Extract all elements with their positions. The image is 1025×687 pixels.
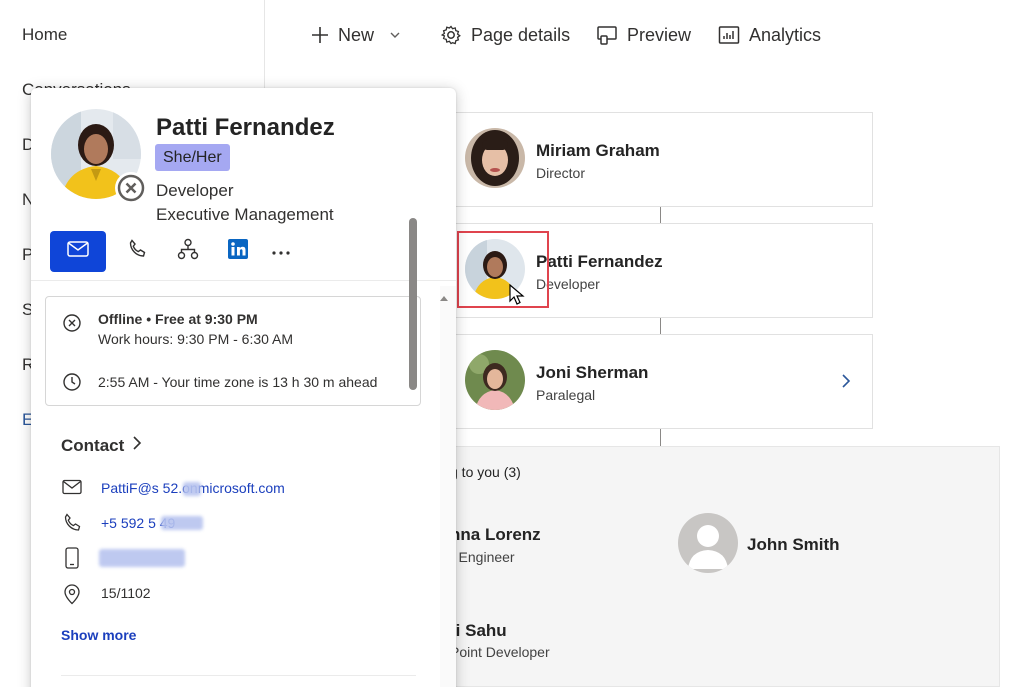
report-name[interactable]: nna Lorenz — [450, 525, 541, 545]
gear-icon — [440, 24, 462, 46]
scrollbar-thumb[interactable] — [409, 218, 417, 390]
report-name[interactable]: John Smith — [747, 535, 840, 555]
reports-header: g to you (3) — [450, 464, 521, 480]
analytics-label: Analytics — [749, 24, 822, 45]
contact-heading[interactable]: Contact — [61, 435, 142, 456]
analytics-icon — [718, 25, 740, 45]
office-location: 15/1102 — [101, 585, 151, 601]
org-card-peer[interactable]: Joni Sherman Paralegal — [449, 334, 873, 429]
person-name: Patti Fernandez — [536, 252, 663, 271]
call-button[interactable] — [109, 231, 165, 272]
availability-card: Offline • Free at 9:30 PM Work hours: 9:… — [45, 296, 421, 406]
location-icon — [62, 583, 82, 610]
clock-icon — [62, 372, 82, 397]
mobile-phone-icon — [65, 547, 79, 574]
person-name: Miriam Graham — [536, 141, 660, 160]
preview-icon — [596, 24, 618, 46]
contact-heading-label: Contact — [61, 435, 125, 455]
persona-name: Patti Fernandez — [156, 114, 335, 141]
more-options-button[interactable] — [253, 231, 309, 272]
highlight-box — [457, 231, 549, 308]
job-title: Developer — [156, 181, 234, 200]
pronouns-badge: She/Her — [155, 144, 230, 171]
avatar — [465, 350, 525, 410]
send-email-button[interactable] — [50, 231, 106, 272]
divider — [61, 675, 416, 676]
org-connector — [660, 207, 661, 223]
new-button[interactable]: New — [311, 20, 401, 50]
nav-item-home[interactable]: Home — [22, 25, 67, 45]
org-connector — [660, 429, 661, 446]
more-icon — [271, 243, 291, 261]
offline-status-icon — [115, 172, 147, 204]
phone-icon — [127, 239, 147, 264]
phone-icon — [62, 513, 82, 538]
chevron-right-icon — [132, 435, 142, 456]
preview-label: Preview — [627, 24, 692, 45]
person-title: Paralegal — [536, 387, 596, 403]
page-details-button[interactable]: Page details — [440, 20, 570, 50]
person-name: Joni Sherman — [536, 363, 649, 382]
avatar — [678, 513, 738, 573]
report-title: r Engineer — [450, 549, 515, 565]
org-card-manager[interactable]: Miriam Graham Director — [449, 112, 873, 207]
scroll-up-arrow-icon[interactable] — [439, 289, 449, 307]
org-connector — [660, 318, 661, 334]
divider — [31, 280, 456, 281]
org-chart-button[interactable] — [160, 231, 216, 272]
analytics-button[interactable]: Analytics — [718, 20, 821, 50]
report-title: Point Developer — [450, 644, 550, 660]
offline-icon — [62, 313, 82, 338]
reports-panel: g to you (3) nna Lorenz r Engineer John … — [449, 446, 1000, 687]
preview-button[interactable]: Preview — [596, 20, 691, 50]
command-bar: New Page details Preview Analytics — [266, 0, 1025, 70]
scrollbar[interactable] — [440, 286, 456, 687]
person-title: Director — [536, 165, 586, 181]
linkedin-icon — [228, 239, 248, 264]
availability-status: Offline • Free at 9:30 PM — [98, 311, 258, 327]
new-label: New — [338, 24, 375, 45]
time-zone: 2:55 AM - Your time zone is 13 h 30 m ah… — [98, 374, 378, 390]
plus-icon — [311, 26, 329, 44]
redaction-blur — [99, 549, 185, 567]
work-hours: Work hours: 9:30 PM - 6:30 AM — [98, 331, 294, 347]
department: Executive Management — [156, 205, 334, 224]
persona-card: Patti Fernandez She/Her Developer Execut… — [31, 88, 456, 687]
org-chart-icon — [177, 238, 199, 265]
report-name[interactable]: ti Sahu — [450, 621, 507, 641]
show-more-link[interactable]: Show more — [61, 627, 136, 643]
mail-icon — [67, 241, 89, 262]
chevron-down-icon — [389, 29, 401, 41]
redaction-blur — [183, 482, 201, 496]
page-details-label: Page details — [471, 24, 571, 45]
avatar — [465, 128, 525, 188]
mail-icon — [62, 479, 82, 500]
chevron-right-icon[interactable] — [840, 372, 852, 395]
redaction-blur — [161, 516, 203, 530]
